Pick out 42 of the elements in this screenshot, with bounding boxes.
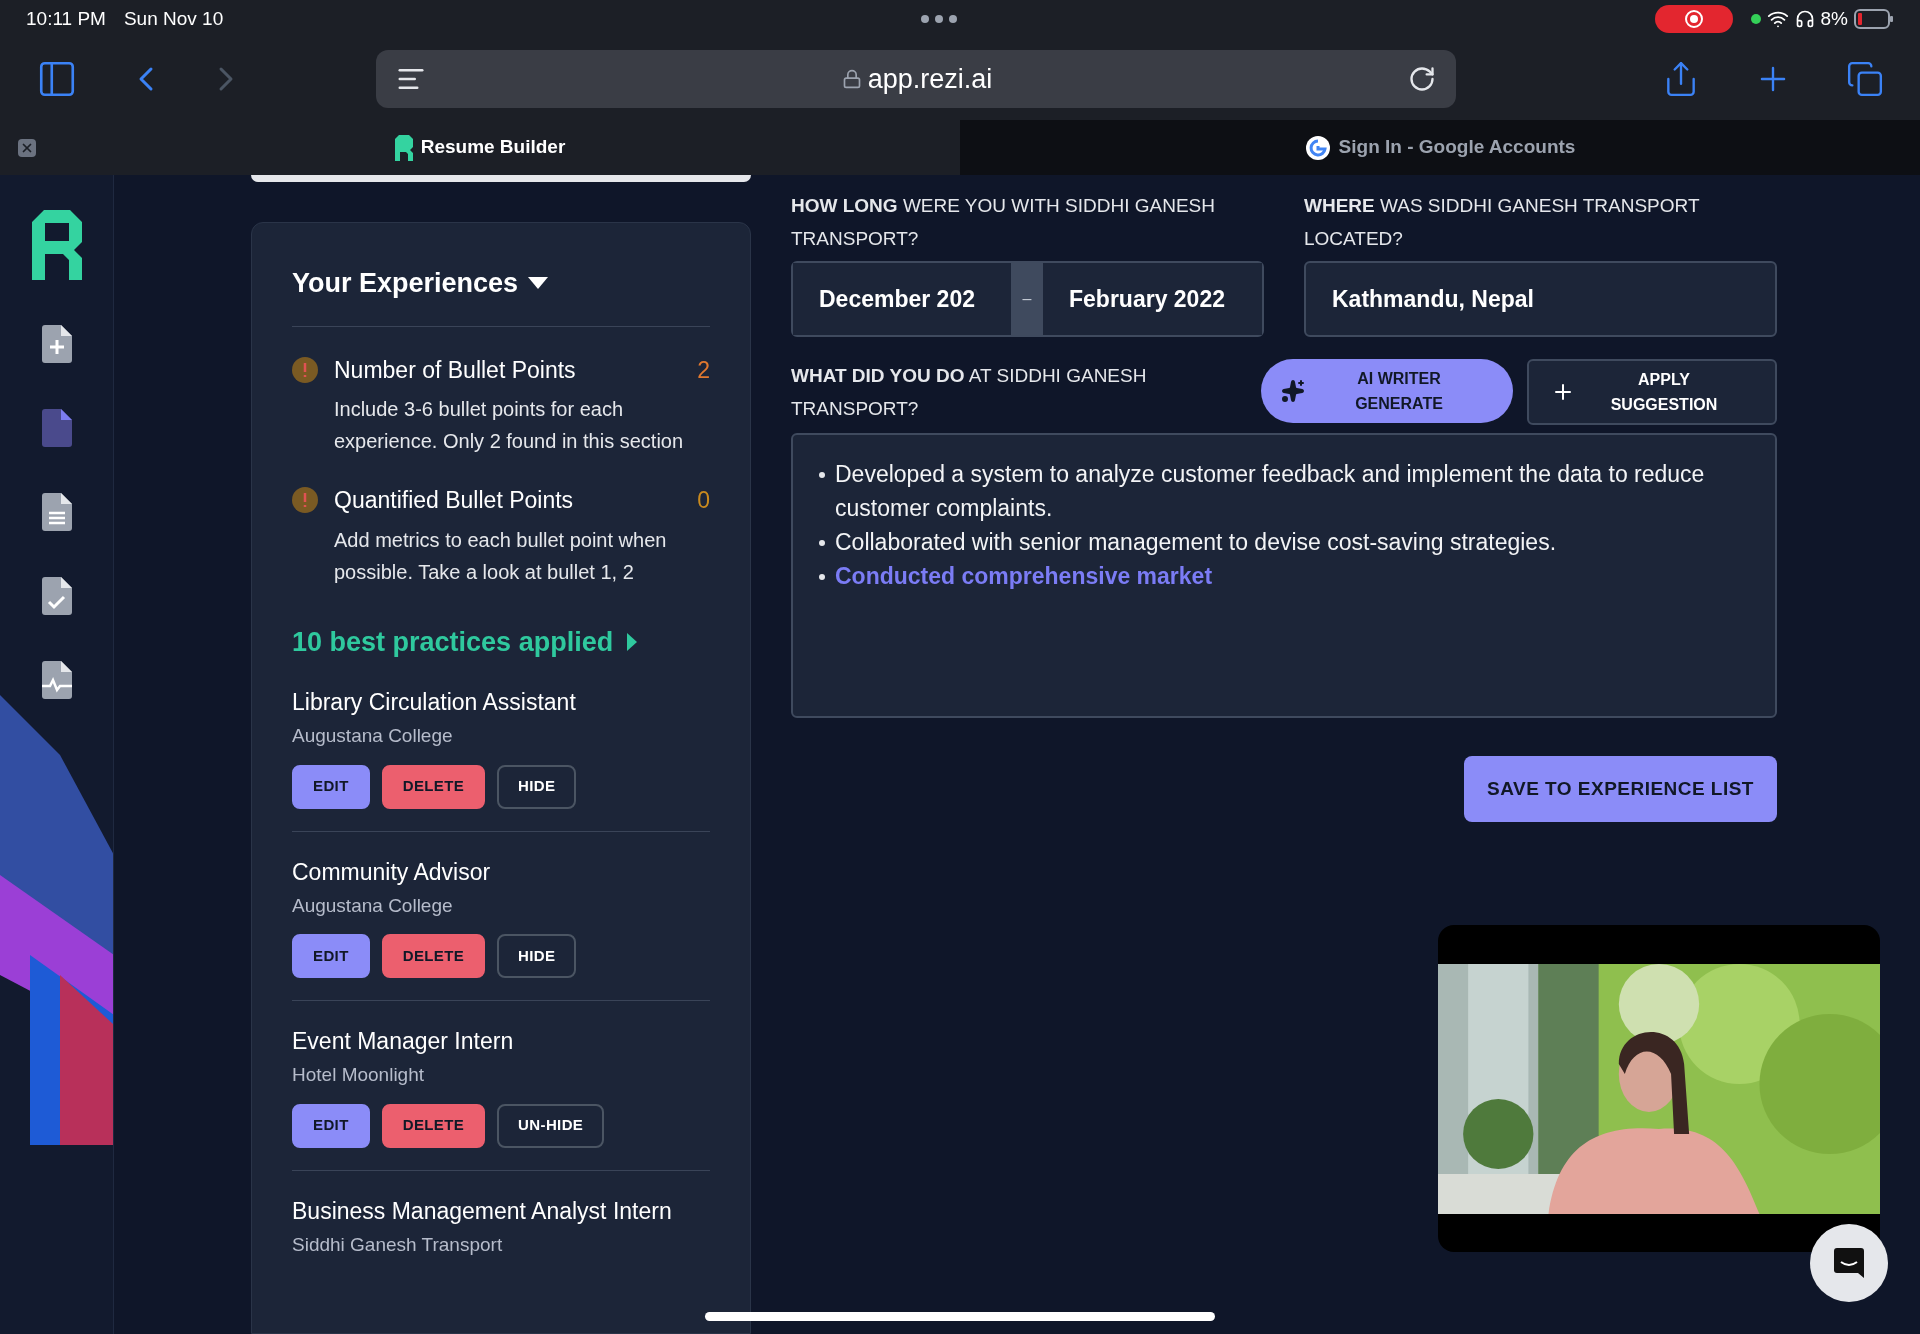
delete-button[interactable]: DELETE — [381, 934, 486, 978]
visibility-button[interactable]: HIDE — [497, 764, 577, 809]
battery-percent: 8% — [1820, 6, 1848, 31]
edit-button[interactable]: EDIT — [292, 934, 370, 978]
bullet-text: Conducted comprehensive market — [835, 562, 1213, 591]
field-label: HOW LONG WERE YOU WITH SIDDHI GANESH TRANSPORT? — [791, 194, 1216, 251]
field-label: WHERE WAS SIDDHI GANESH TRANSPORT LOCATED? — [1304, 194, 1701, 251]
url-text: app.rezi.ai — [867, 62, 993, 96]
delete-button[interactable]: DELETE — [381, 764, 486, 809]
company-name: Augustana College — [292, 724, 454, 748]
browser-tab[interactable]: Resume Builder — [0, 120, 960, 175]
edit-button[interactable]: EDIT — [292, 764, 370, 809]
company-name: Augustana College — [292, 893, 454, 918]
check-count: 0 — [697, 486, 710, 515]
browser-tab[interactable]: Sign In - Google Accounts — [960, 120, 1920, 175]
best-practices-link[interactable]: 10 best practices applied — [292, 621, 614, 662]
job-title: Business Management Analyst Intern — [292, 1196, 673, 1226]
company-name: Siddhi Ganesh Transport — [292, 1232, 504, 1257]
check-description: Add metrics to each bullet point when possible. Take a look at bullet 1, 2 — [334, 527, 668, 585]
check-title: Quantified Bullet Points — [334, 486, 574, 515]
job-title: Library Circulation Assistant — [292, 688, 577, 717]
apply-suggestion-button[interactable]: APPLY SUGGESTION — [1527, 359, 1777, 425]
bullet-text: Collaborated with senior management to devise cost-saving strategies. — [835, 528, 1557, 557]
company-name: Hotel Moonlight — [292, 1063, 426, 1087]
address-bar[interactable]: app.rezi.ai — [376, 50, 1456, 108]
delete-button[interactable]: DELETE — [381, 1103, 486, 1148]
section-title[interactable]: Your Experiences — [292, 263, 519, 304]
status-date: Sun Nov 10 — [123, 6, 224, 31]
field-label: WHAT DID YOU DO AT SIDDHI GANESH TRANSPORT? — [791, 364, 1148, 421]
check-description: Include 3-6 bullet points for each experience. Only 2 found in this section — [334, 397, 685, 454]
bullet-text: Developed a system to analyze customer feedback and implement the data to reduce customer complaints. — [835, 460, 1706, 523]
status-time: 10:11 PM — [26, 6, 106, 31]
check-count: 2 — [697, 355, 710, 385]
edit-button[interactable]: EDIT — [292, 1103, 370, 1148]
location-field[interactable]: Kathmandu, Nepal — [1304, 261, 1777, 337]
check-title: Number of Bullet Points — [334, 355, 576, 385]
save-button[interactable]: SAVE TO EXPERIENCE LIST — [1464, 756, 1777, 822]
job-title: Community Advisor — [292, 857, 492, 887]
ai-writer-button[interactable]: AI WRITER GENERATE — [1261, 359, 1513, 423]
visibility-button[interactable]: UN-HIDE — [497, 1103, 605, 1148]
visibility-button[interactable]: HIDE — [497, 934, 577, 978]
job-title: Event Manager Intern — [292, 1027, 515, 1056]
